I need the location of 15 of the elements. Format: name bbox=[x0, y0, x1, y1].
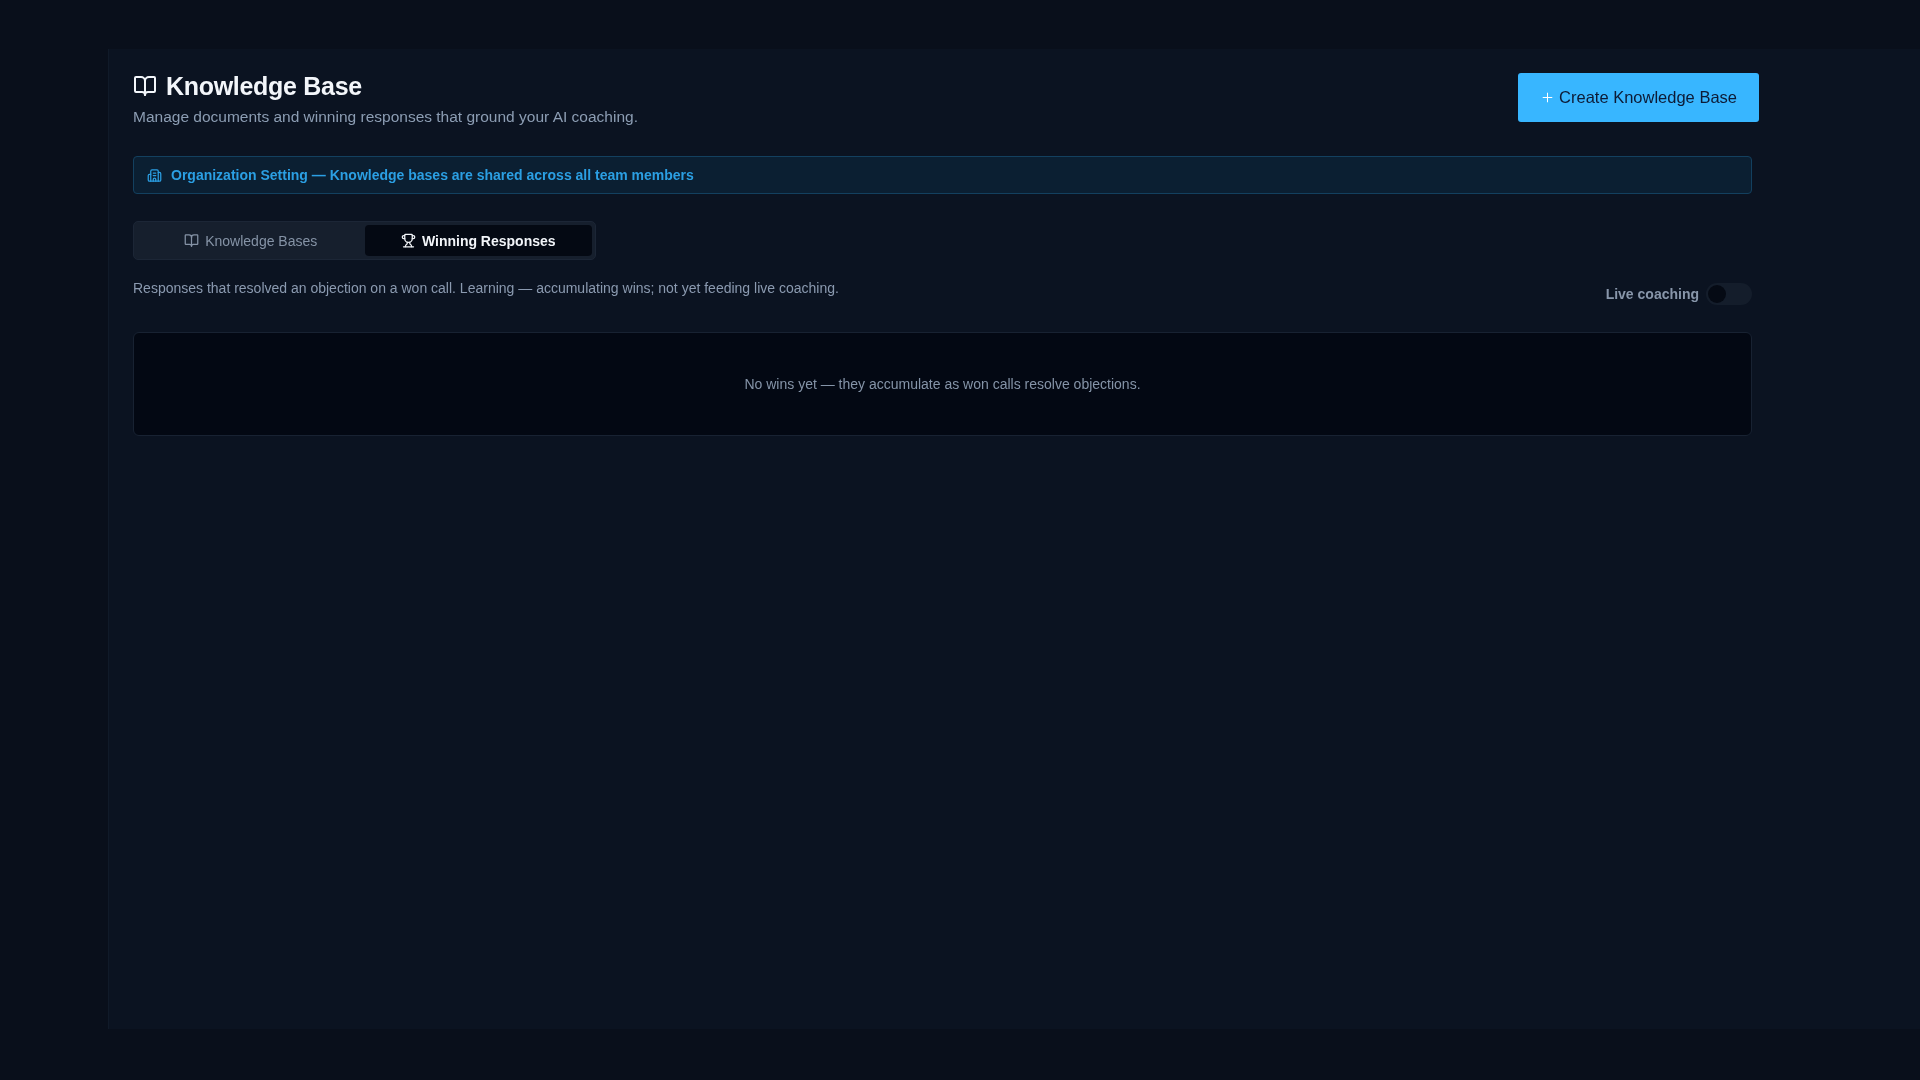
toggle-switch[interactable] bbox=[1706, 283, 1752, 305]
create-knowledge-base-button[interactable]: Create Knowledge Base bbox=[1518, 73, 1759, 122]
book-icon bbox=[133, 74, 157, 98]
notice-text: Organization Setting — Knowledge bases are shared across all team members bbox=[171, 167, 694, 183]
page-title: Knowledge Base bbox=[166, 71, 362, 101]
tab[interactable]: Winning Responses bbox=[364, 225, 592, 256]
toggle-label: Live coaching bbox=[1605, 286, 1699, 302]
page-subtitle: Manage documents and winning responses that ground your AI coaching. bbox=[133, 107, 638, 127]
tab[interactable]: Knowledge Bases bbox=[137, 225, 365, 256]
plus-icon bbox=[1540, 90, 1556, 105]
empty-state-text: No wins yet — they accumulate as won calls resolve objections. bbox=[744, 376, 1141, 392]
trophy-icon bbox=[400, 233, 416, 248]
book-icon bbox=[184, 233, 200, 248]
section-description: Responses that resolved an objection on a won call. Learning — accumulating wins; not yet feeding live coaching. bbox=[133, 279, 839, 298]
building-icon bbox=[147, 167, 162, 183]
